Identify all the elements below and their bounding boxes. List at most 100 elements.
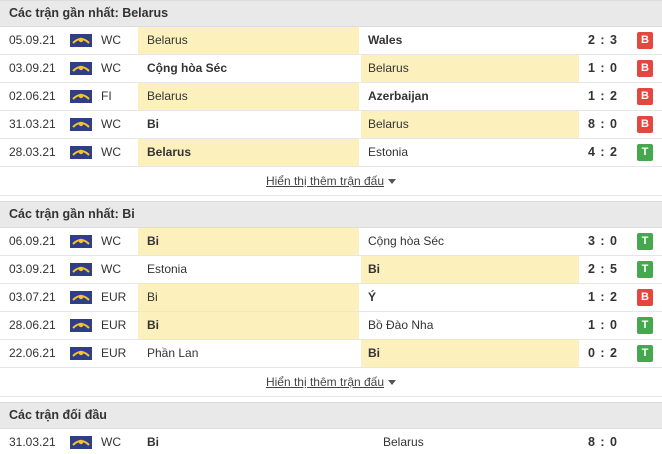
home-team[interactable]: Belarus [138, 139, 359, 166]
away-team[interactable]: Cộng hòa Séc [361, 228, 579, 255]
home-team[interactable]: Bi [138, 228, 359, 255]
world-competition-icon [70, 34, 92, 47]
match-score: 2 : 3 [587, 33, 618, 47]
show-more-link[interactable]: Hiển thị thêm trận đấu [265, 174, 397, 188]
show-more-label: Hiển thị thêm trận đấu [265, 375, 385, 389]
euro-competition-icon [70, 291, 92, 304]
match-score: 1 : 2 [587, 290, 618, 304]
competition: WC [101, 262, 121, 276]
match-row[interactable]: 28.03.21 WC Belarus Estonia 4 : 2 T [0, 139, 662, 167]
show-more-link[interactable]: Hiển thị thêm trận đấu [265, 375, 397, 389]
competition: WC [101, 33, 121, 47]
competition: WC [101, 117, 121, 131]
home-team[interactable]: Belarus [138, 27, 359, 54]
world-competition-icon [70, 263, 92, 276]
home-team[interactable]: Bi [138, 284, 359, 311]
match-score: 0 : 2 [587, 346, 618, 360]
show-more-row: Hiển thị thêm trận đấu [0, 368, 662, 397]
world-competition-icon [70, 436, 92, 449]
away-team[interactable]: Estonia [361, 139, 579, 166]
match-score: 2 : 5 [587, 262, 618, 276]
competition: FI [101, 89, 112, 103]
euro-competition-icon [70, 347, 92, 360]
home-team[interactable]: Belarus [138, 83, 359, 110]
result-badge: B [637, 60, 653, 77]
result-badge: T [637, 317, 653, 334]
away-team[interactable]: Belarus [361, 55, 579, 82]
world-competition-icon [70, 118, 92, 131]
home-team[interactable]: Phần Lan [138, 340, 359, 367]
result-badge: T [637, 233, 653, 250]
result-badge: T [637, 345, 653, 362]
competition: WC [101, 145, 121, 159]
match-date: 03.07.21 [9, 290, 56, 304]
match-score: 4 : 2 [587, 145, 618, 159]
section-title: Các trận đối đầu [0, 402, 662, 429]
match-row[interactable]: 28.06.21 EUR Bi Bồ Đào Nha 1 : 0 T [0, 312, 662, 340]
match-date: 02.06.21 [9, 89, 56, 103]
home-team[interactable]: Estonia [138, 256, 359, 283]
match-score: 8 : 0 [587, 117, 618, 131]
competition: EUR [101, 318, 127, 332]
home-team[interactable]: Bi [138, 111, 359, 138]
result-badge: B [637, 88, 653, 105]
match-date: 06.09.21 [9, 234, 56, 248]
competition: WC [101, 61, 121, 75]
match-date: 03.09.21 [9, 61, 56, 75]
home-team[interactable]: Cộng hòa Séc [138, 55, 359, 82]
match-row[interactable]: 03.09.21 WC Cộng hòa Séc Belarus 1 : 0 B [0, 55, 662, 83]
away-team[interactable]: Azerbaijan [361, 83, 579, 110]
match-date: 28.06.21 [9, 318, 56, 332]
show-more-row: Hiển thị thêm trận đấu [0, 167, 662, 196]
match-date: 22.06.21 [9, 346, 56, 360]
competition: WC [101, 435, 121, 449]
match-score: 3 : 0 [587, 234, 618, 248]
world-competition-icon [70, 146, 92, 159]
away-team[interactable]: Bi [361, 340, 579, 367]
match-score: 1 : 0 [587, 318, 618, 332]
match-score: 8 : 0 [587, 435, 618, 449]
result-badge: T [637, 144, 653, 161]
result-badge: B [637, 289, 653, 306]
match-score: 1 : 2 [587, 89, 618, 103]
match-row[interactable]: 06.09.21 WC Bi Cộng hòa Séc 3 : 0 T [0, 228, 662, 256]
world-competition-icon [70, 235, 92, 248]
home-team[interactable]: Bi [138, 429, 359, 454]
result-badge: B [637, 116, 653, 133]
section-title: Các trận gần nhất: Belarus [0, 0, 662, 27]
away-team[interactable]: Ý [361, 284, 579, 311]
match-date: 05.09.21 [9, 33, 56, 47]
away-team[interactable]: Wales [361, 27, 579, 54]
away-team[interactable]: Bồ Đào Nha [361, 312, 579, 339]
result-badge: T [637, 261, 653, 278]
match-row[interactable]: 22.06.21 EUR Phần Lan Bi 0 : 2 T [0, 340, 662, 368]
caret-down-icon [388, 179, 397, 185]
section-title: Các trận gần nhất: Bi [0, 201, 662, 228]
section-belarus: Các trận gần nhất: Belarus 05.09.21 WC B… [0, 0, 662, 196]
match-score: 1 : 0 [587, 61, 618, 75]
match-date: 28.03.21 [9, 145, 56, 159]
match-row[interactable]: 02.06.21 FI Belarus Azerbaijan 1 : 2 B [0, 83, 662, 111]
match-row[interactable]: 31.03.21 WC Bi Belarus 8 : 0 [0, 429, 662, 454]
friendly-competition-icon [70, 90, 92, 103]
home-team[interactable]: Bi [138, 312, 359, 339]
match-row[interactable]: 05.09.21 WC Belarus Wales 2 : 3 B [0, 27, 662, 55]
match-date: 03.09.21 [9, 262, 56, 276]
section-head-to-head: Các trận đối đầu 31.03.21 WC Bi Belarus … [0, 402, 662, 454]
match-row[interactable]: 03.09.21 WC Estonia Bi 2 : 5 T [0, 256, 662, 284]
match-row[interactable]: 03.07.21 EUR Bi Ý 1 : 2 B [0, 284, 662, 312]
caret-down-icon [388, 380, 397, 386]
match-row[interactable]: 31.03.21 WC Bi Belarus 8 : 0 B [0, 111, 662, 139]
result-badge: B [637, 32, 653, 49]
away-team[interactable]: Belarus [361, 111, 579, 138]
match-date: 31.03.21 [9, 117, 56, 131]
competition: EUR [101, 346, 127, 360]
world-competition-icon [70, 62, 92, 75]
show-more-label: Hiển thị thêm trận đấu [265, 174, 385, 188]
away-team[interactable]: Belarus [376, 429, 594, 454]
competition: WC [101, 234, 121, 248]
away-team[interactable]: Bi [361, 256, 579, 283]
section-bi: Các trận gần nhất: Bi 06.09.21 WC Bi Cộn… [0, 201, 662, 397]
euro-competition-icon [70, 319, 92, 332]
match-date: 31.03.21 [9, 435, 56, 449]
